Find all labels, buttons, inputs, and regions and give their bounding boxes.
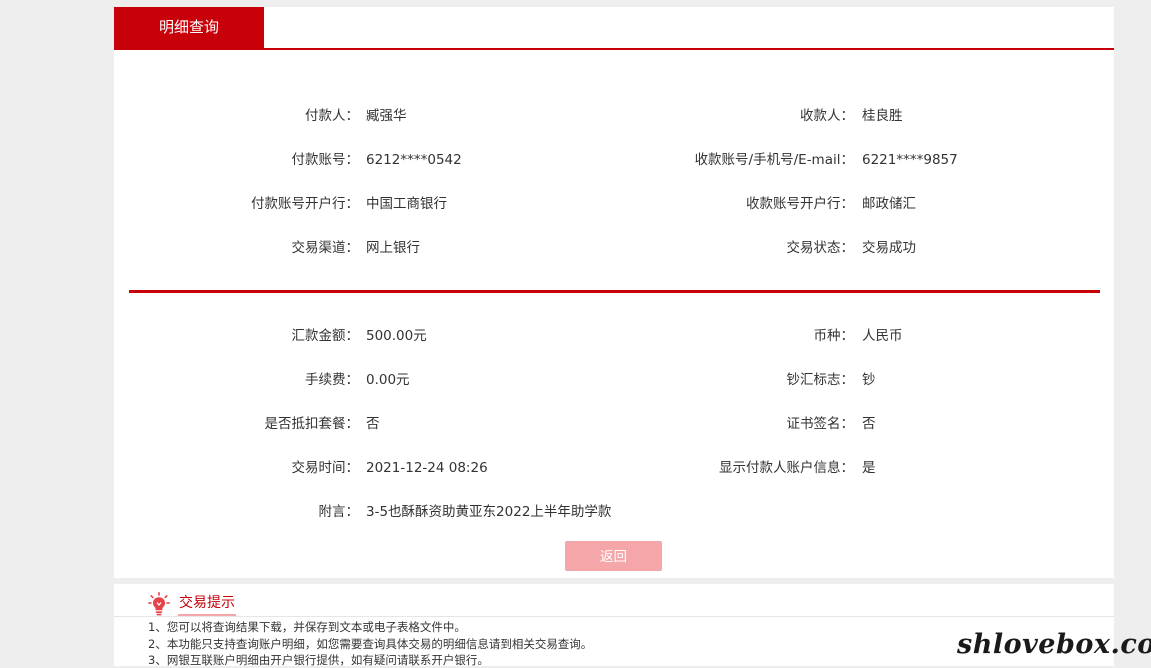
package-label: 是否抵扣套餐： — [264, 416, 360, 432]
payer-account-value: 6212****0542 — [366, 152, 462, 168]
show-payer-value: 是 — [862, 460, 876, 476]
amount-label: 汇款金额： — [291, 328, 360, 344]
lightbulb-icon — [148, 592, 171, 616]
payer-bank-label: 付款账号开户行： — [251, 196, 359, 212]
tip-item: 2、本功能只支持查询账户明细，如您需要查询具体交易的明细信息请到相关交易查询。 — [148, 637, 593, 651]
time-label: 交易时间： — [291, 460, 360, 476]
row-names: 付款人： 臧强华 收款人： 桂良胜 — [114, 106, 1114, 126]
amount-value: 500.00元 — [366, 328, 427, 344]
show-payer-label: 显示付款人账户信息： — [719, 460, 854, 476]
row-amount-currency: 汇款金额： 500.00元 币种： 人民币 — [114, 326, 1114, 346]
section-divider — [129, 290, 1100, 293]
status-value: 交易成功 — [862, 240, 916, 256]
row-banks: 付款账号开户行： 中国工商银行 收款账号开户行： 邮政储汇 — [114, 194, 1114, 214]
fee-value: 0.00元 — [366, 372, 410, 388]
payee-bank-value: 邮政储汇 — [862, 196, 916, 212]
memo-value: 3-5也酥酥资助黄亚东2022上半年助学款 — [366, 504, 612, 520]
payee-name-value: 桂良胜 — [862, 108, 903, 124]
payer-account-label: 付款账号： — [291, 152, 360, 168]
row-accounts: 付款账号： 6212****0542 收款账号/手机号/E-mail： 6221… — [114, 150, 1114, 170]
back-button[interactable]: 返回 — [565, 541, 662, 571]
memo-label: 附言： — [318, 504, 360, 520]
watermark: shlovebox.com — [957, 629, 1151, 660]
fee-label: 手续费： — [305, 372, 359, 388]
cash-flag-value: 钞 — [862, 372, 876, 388]
time-value: 2021-12-24 08:26 — [366, 460, 488, 476]
tab-detail-query[interactable]: 明细查询 — [114, 7, 264, 48]
row-package-cert: 是否抵扣套餐： 否 证书签名： 否 — [114, 414, 1114, 434]
row-channel-status: 交易渠道： 网上银行 交易状态： 交易成功 — [114, 238, 1114, 258]
package-value: 否 — [366, 416, 380, 432]
tips-title: 交易提示 — [179, 595, 235, 611]
payer-name-label: 付款人： — [305, 108, 359, 124]
detail-panel: 明细查询 付款人： 臧强华 收款人： 桂良胜 付款账号： 6212****054… — [114, 7, 1114, 578]
currency-value: 人民币 — [862, 328, 903, 344]
cert-label: 证书签名： — [786, 416, 855, 432]
tab-bar: 明细查询 — [114, 7, 1114, 50]
payee-account-value: 6221****9857 — [862, 152, 958, 168]
row-memo: 附言： 3-5也酥酥资助黄亚东2022上半年助学款 — [114, 502, 1114, 522]
currency-label: 币种： — [813, 328, 855, 344]
payee-name-label: 收款人： — [800, 108, 854, 124]
payer-name-value: 臧强华 — [366, 108, 407, 124]
payee-account-label: 收款账号/手机号/E-mail： — [694, 152, 854, 168]
payer-bank-value: 中国工商银行 — [366, 196, 447, 212]
row-fee-flag: 手续费： 0.00元 钞汇标志： 钞 — [114, 370, 1114, 390]
row-time-showpayer: 交易时间： 2021-12-24 08:26 显示付款人账户信息： 是 — [114, 458, 1114, 478]
tip-item: 1、您可以将查询结果下载，并保存到文本或电子表格文件中。 — [148, 620, 466, 634]
cash-flag-label: 钞汇标志： — [786, 372, 855, 388]
channel-value: 网上银行 — [366, 240, 420, 256]
payee-bank-label: 收款账号开户行： — [746, 196, 854, 212]
tips-rule — [114, 616, 1114, 617]
channel-label: 交易渠道： — [291, 240, 360, 256]
cert-value: 否 — [862, 416, 876, 432]
status-label: 交易状态： — [786, 240, 855, 256]
